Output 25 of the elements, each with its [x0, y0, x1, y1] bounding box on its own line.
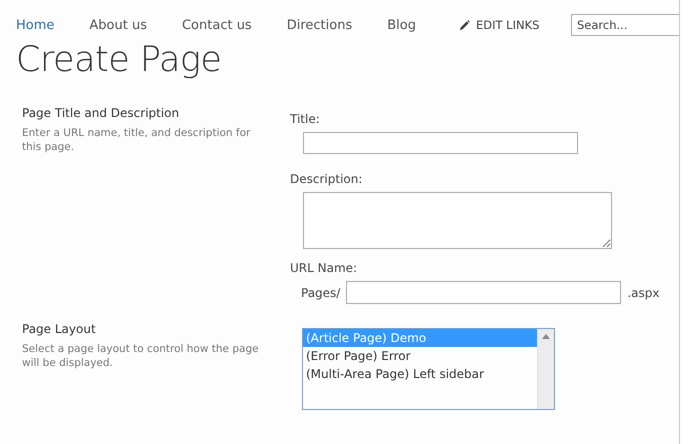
url-name-input[interactable] — [346, 281, 622, 304]
scroll-up-icon[interactable] — [542, 334, 550, 339]
description-input[interactable] — [303, 192, 612, 249]
section-description: Enter a URL name, title, and description for this page. — [22, 127, 252, 154]
search-field[interactable]: Search... — [571, 14, 679, 36]
nav-link[interactable]: Directions — [286, 18, 352, 32]
list-option[interactable]: (Multi-Area Page) Left sidebar — [303, 365, 537, 383]
pencil-icon — [458, 20, 470, 30]
nav-link[interactable]: About us — [89, 18, 147, 32]
field-label: URL Name: — [290, 261, 358, 275]
section-heading: Page Layout — [22, 322, 97, 336]
title-input[interactable] — [303, 132, 578, 154]
section-description: Select a page layout to control how the page will be displayed. — [22, 343, 260, 370]
edit-links-link[interactable]: EDIT LINKS — [458, 18, 540, 32]
nav-link[interactable]: Contact us — [182, 18, 252, 32]
section-heading: Page Title and Description — [22, 106, 180, 120]
nav-link[interactable]: Blog — [387, 18, 416, 32]
field-label: Title: — [290, 112, 321, 126]
url-prefix: Pages/ — [301, 286, 340, 300]
page-title: Create Page — [16, 40, 222, 82]
field-label: Description: — [290, 172, 364, 186]
list-option[interactable]: (Error Page) Error — [303, 347, 537, 365]
page-layout-list[interactable]: (Article Page) Demo (Error Page) Error (Multi-Area Page) Left sidebar — [302, 328, 555, 410]
url-suffix: .aspx — [627, 286, 660, 300]
nav-link[interactable]: Home — [16, 18, 54, 32]
